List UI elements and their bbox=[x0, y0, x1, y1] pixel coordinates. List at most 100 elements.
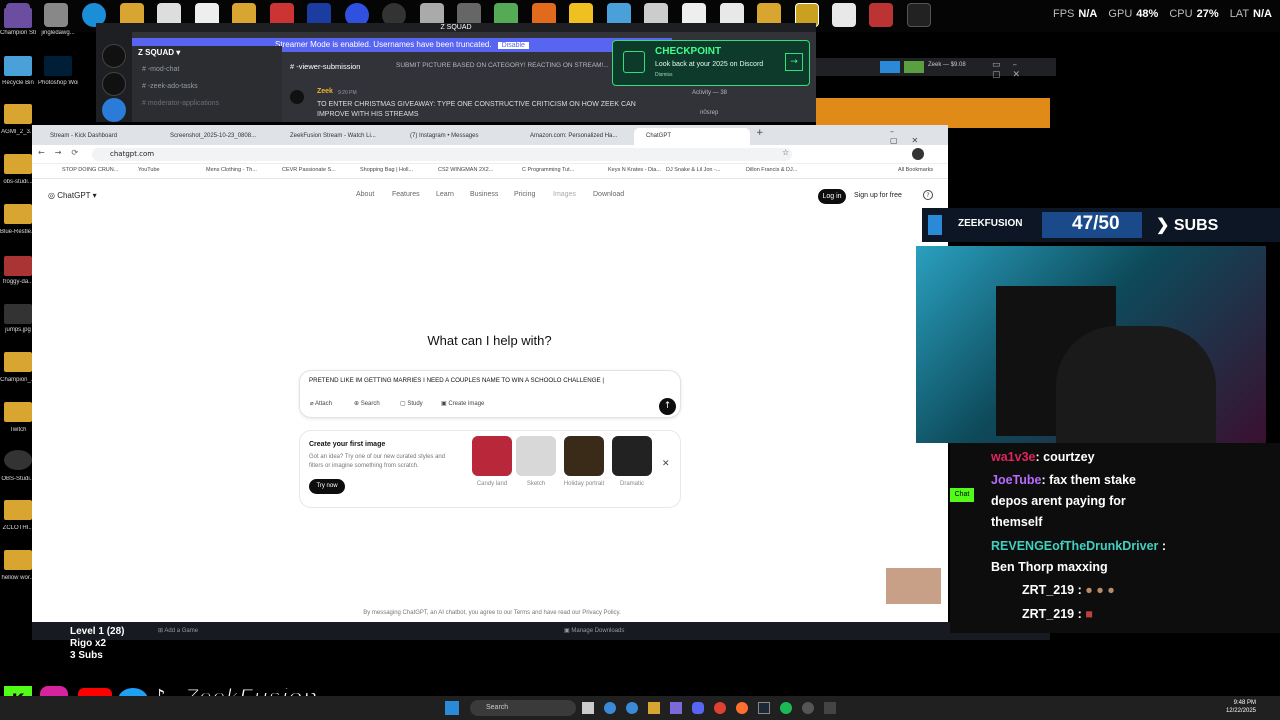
bookmark[interactable]: CEVR Passionate S... bbox=[282, 167, 336, 173]
attach-button[interactable]: ⌀ Attach bbox=[310, 400, 332, 407]
java-icon[interactable] bbox=[832, 3, 856, 27]
signup-button[interactable]: Sign up for free bbox=[854, 192, 902, 199]
taskbar-clock[interactable]: 9:48 PM 12/22/2025 bbox=[1226, 699, 1256, 715]
steam-icon[interactable] bbox=[758, 702, 770, 714]
help-icon[interactable]: ? bbox=[923, 190, 933, 200]
channel-item[interactable]: # -zeek-ado-tasks bbox=[142, 83, 198, 90]
server-icon[interactable] bbox=[102, 72, 126, 96]
browser-tab[interactable]: (7) Instagram • Messages bbox=[398, 128, 514, 145]
app-icon[interactable] bbox=[670, 702, 682, 714]
style-thumbnail[interactable] bbox=[564, 436, 604, 476]
folder-icon[interactable] bbox=[4, 204, 32, 224]
send-button[interactable]: ↑ bbox=[659, 398, 676, 415]
bookmark[interactable]: STOP DOING CRUN... bbox=[62, 167, 118, 173]
folder-icon[interactable] bbox=[648, 702, 660, 714]
bookmark[interactable]: C Programming Tut... bbox=[522, 167, 574, 173]
channel-item[interactable]: # moderator-applications bbox=[142, 100, 219, 107]
image-file-icon[interactable] bbox=[4, 304, 32, 324]
chrome-icon[interactable] bbox=[714, 702, 726, 714]
style-thumbnail[interactable] bbox=[516, 436, 556, 476]
star-icon[interactable]: ☆ bbox=[782, 148, 789, 157]
message-author[interactable]: Zeek bbox=[317, 88, 333, 95]
folder-icon[interactable] bbox=[4, 500, 32, 520]
arrow-right-icon[interactable]: → bbox=[785, 53, 803, 71]
brand-dropdown[interactable]: ◎ ChatGPT ▾ bbox=[48, 191, 97, 200]
bookmark[interactable]: Dillon Francis & DJ... bbox=[746, 167, 797, 173]
window-controls[interactable]: ▭–▢✕ bbox=[992, 60, 1056, 80]
folder-icon[interactable] bbox=[4, 154, 32, 174]
right-window-title: Zeek — $9.08 bbox=[928, 62, 966, 68]
obs-icon[interactable] bbox=[4, 450, 32, 470]
study-button[interactable]: ▢ Study bbox=[400, 400, 423, 407]
server-icon[interactable] bbox=[102, 98, 126, 122]
browser-tab-active[interactable]: ChatGPT bbox=[634, 128, 750, 145]
folder-icon[interactable] bbox=[4, 550, 32, 570]
bookmark[interactable]: Mens Clothing - Th... bbox=[206, 167, 257, 173]
bookmark[interactable]: YouTube bbox=[138, 167, 160, 173]
firefox-icon[interactable] bbox=[736, 702, 748, 714]
server-icon[interactable] bbox=[102, 44, 126, 68]
search-button[interactable]: ⊕ Search bbox=[354, 400, 380, 407]
browser-tab[interactable]: ZeekFusion Stream - Watch Li... bbox=[278, 128, 394, 145]
all-bookmarks[interactable]: All Bookmarks bbox=[898, 167, 933, 173]
discord-icon[interactable] bbox=[692, 702, 704, 714]
style-thumbnail[interactable] bbox=[612, 436, 652, 476]
folder-icon[interactable] bbox=[4, 352, 32, 372]
nav-link[interactable]: Learn bbox=[436, 191, 454, 198]
checkpoint-popup[interactable]: CHECKPOINT Look back at your 2025 on Dis… bbox=[612, 40, 810, 86]
edge-icon[interactable] bbox=[604, 702, 616, 714]
folder-icon[interactable] bbox=[4, 402, 32, 422]
activity-header: Activity — 38 bbox=[692, 90, 728, 96]
spotify-icon[interactable] bbox=[780, 702, 792, 714]
nav-link[interactable]: Images bbox=[553, 191, 576, 198]
bookmark[interactable]: Keys N Krates - Dia... bbox=[608, 167, 661, 173]
taskbar-search[interactable]: Search bbox=[470, 700, 576, 716]
bookmark[interactable]: Shopping Bag | Holl... bbox=[360, 167, 413, 173]
try-now-button[interactable]: Try now bbox=[309, 479, 345, 494]
bookmark[interactable]: CS2 WINGMAN 2X2... bbox=[438, 167, 493, 173]
photoshop-icon[interactable] bbox=[44, 56, 72, 76]
prompt-box[interactable]: PRETEND LIKE IM GETTING MARRIES I NEED A… bbox=[299, 370, 681, 418]
app-icon[interactable] bbox=[582, 702, 594, 714]
app-icon[interactable] bbox=[880, 61, 900, 73]
app-icon[interactable] bbox=[904, 61, 924, 73]
app-icon[interactable] bbox=[824, 702, 836, 714]
browser-tab[interactable]: Stream - Kick Dashboard bbox=[38, 128, 154, 145]
image-file-icon[interactable] bbox=[4, 256, 32, 276]
recycle-bin-icon[interactable] bbox=[4, 56, 32, 76]
style-thumbnail[interactable] bbox=[472, 436, 512, 476]
nav-link[interactable]: About bbox=[356, 191, 374, 198]
folder-icon[interactable] bbox=[4, 104, 32, 124]
nav-link[interactable]: Business bbox=[470, 191, 498, 198]
login-button[interactable]: Log in bbox=[818, 189, 846, 204]
channel-item[interactable]: # -mod-chat bbox=[142, 66, 179, 73]
close-icon[interactable]: ✕ bbox=[662, 459, 670, 469]
manage-downloads-button[interactable]: ▣ Manage Downloads bbox=[564, 627, 624, 634]
address-bar[interactable]: chatgpt.com bbox=[92, 148, 792, 161]
create-image-button[interactable]: ▣ Create image bbox=[441, 400, 484, 407]
profile-avatar[interactable] bbox=[912, 148, 924, 160]
add-game-button[interactable]: ⊞ Add a Game bbox=[158, 627, 198, 634]
disable-button[interactable]: Disable bbox=[497, 42, 529, 49]
desktop-icon[interactable] bbox=[4, 8, 32, 28]
chat-tab[interactable]: Chat bbox=[950, 488, 974, 502]
nav-link[interactable]: Pricing bbox=[514, 191, 535, 198]
browser-tab[interactable]: Screenshot_2025-10-23_0808... bbox=[158, 128, 274, 145]
nav-link[interactable]: Features bbox=[392, 191, 420, 198]
server-name[interactable]: Z SQUAD ▾ bbox=[138, 48, 180, 57]
image-file-icon[interactable] bbox=[869, 3, 893, 27]
new-tab-icon[interactable]: + bbox=[756, 128, 764, 138]
edge-icon[interactable] bbox=[626, 702, 638, 714]
nav-link[interactable]: Download bbox=[593, 191, 624, 198]
start-icon[interactable] bbox=[445, 701, 459, 715]
dismiss-link[interactable]: Dismiss bbox=[655, 72, 673, 78]
window-controls[interactable]: –▢✕ bbox=[890, 127, 948, 145]
obs-icon[interactable] bbox=[802, 702, 814, 714]
nav-arrows-icon[interactable]: ←→⟳ bbox=[38, 148, 88, 157]
app-icon[interactable] bbox=[44, 3, 68, 27]
video-file-icon[interactable] bbox=[907, 3, 931, 27]
prompt-input[interactable]: PRETEND LIKE IM GETTING MARRIES I NEED A… bbox=[309, 377, 604, 384]
browser-tab[interactable]: Amazon.com: Personalized Ha... bbox=[518, 128, 634, 145]
bookmark[interactable]: DJ Snake & Lil Jon -... bbox=[666, 167, 720, 173]
avatar[interactable] bbox=[290, 90, 304, 104]
